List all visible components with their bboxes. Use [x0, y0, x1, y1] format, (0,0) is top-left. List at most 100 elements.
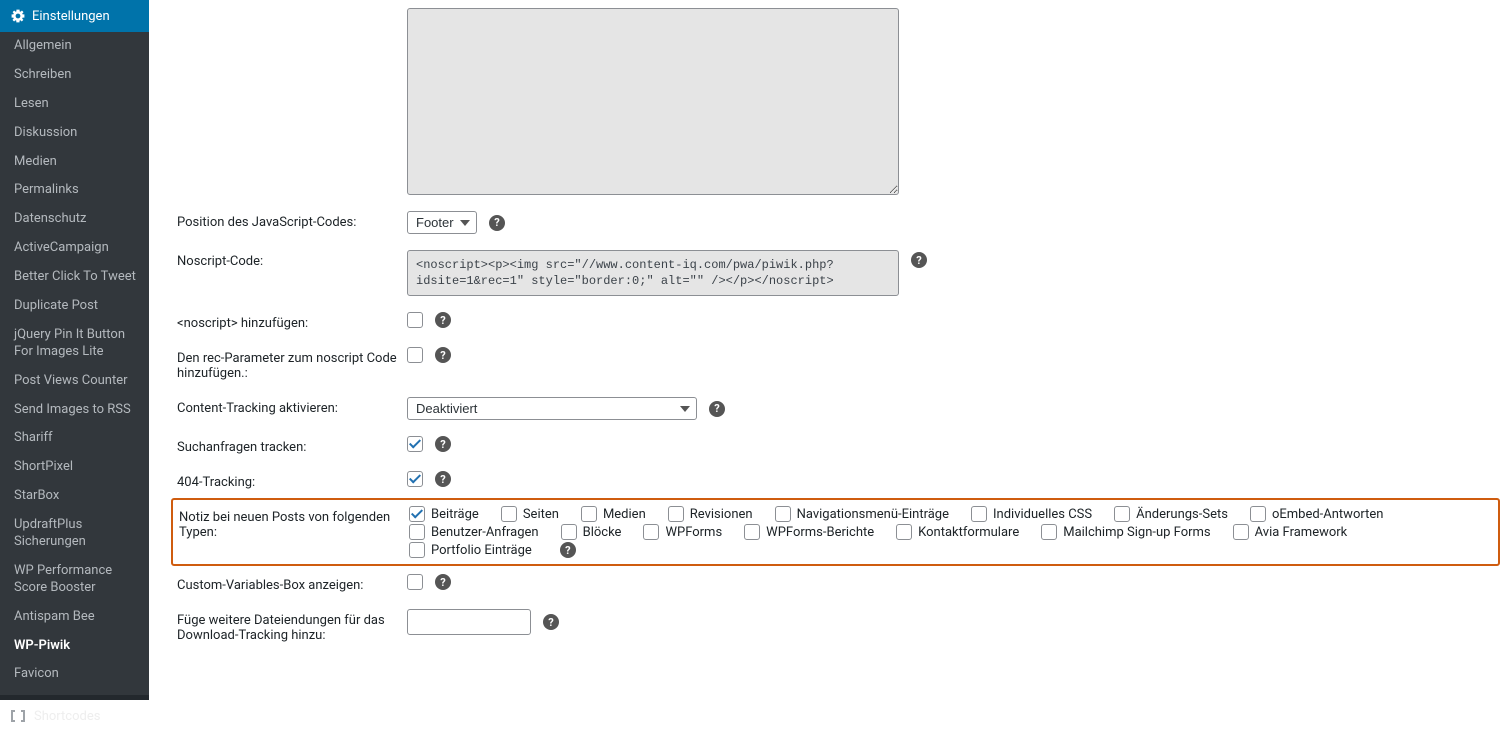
post-type-checkbox[interactable] — [501, 506, 517, 522]
sidebar-item-antispam-bee[interactable]: Antispam Bee — [0, 603, 149, 632]
sidebar-item-favicon[interactable]: Favicon — [0, 660, 149, 689]
post-type-checkbox[interactable] — [668, 506, 684, 522]
help-icon[interactable]: ? — [435, 347, 451, 363]
sidebar-item-medien[interactable]: Medien — [0, 148, 149, 177]
post-type-checkbox[interactable] — [896, 524, 912, 540]
sidebar-item-send-images-to-rss[interactable]: Send Images to RSS — [0, 396, 149, 425]
noscript-code-textarea[interactable]: <noscript><p><img src="//www.content-iq.… — [407, 250, 899, 296]
post-type-checkbox[interactable] — [1114, 506, 1130, 522]
settings-content: Position des JavaScript-Codes: Footer ? … — [149, 0, 1500, 677]
help-icon[interactable]: ? — [560, 542, 576, 558]
post-type-label: Blöcke — [583, 525, 622, 540]
post-type-option[interactable]: Beiträge — [409, 506, 479, 522]
sidebar-item-activecampaign[interactable]: ActiveCampaign — [0, 234, 149, 263]
content-tracking-select[interactable]: Deaktiviert — [407, 397, 697, 420]
post-type-checkbox[interactable] — [409, 506, 425, 522]
sidebar-item-wp-performance-score-booster[interactable]: WP Performance Score Booster — [0, 557, 149, 603]
add-noscript-label: <noscript> hinzufügen: — [177, 312, 407, 331]
sidebar-item-lesen[interactable]: Lesen — [0, 90, 149, 119]
post-type-checkbox[interactable] — [409, 542, 425, 558]
post-type-checkbox[interactable] — [775, 506, 791, 522]
sidebar-menu-settings-label: Einstellungen — [32, 9, 110, 24]
sidebar-item-post-views-counter[interactable]: Post Views Counter — [0, 367, 149, 396]
post-type-option[interactable]: Änderungs-Sets — [1114, 506, 1228, 522]
sidebar-submenu: AllgemeinSchreibenLesenDiskussionMedienP… — [0, 32, 149, 695]
post-type-checkbox[interactable] — [643, 524, 659, 540]
post-type-option[interactable]: Medien — [581, 506, 646, 522]
sidebar-item-better-click-to-tweet[interactable]: Better Click To Tweet — [0, 263, 149, 292]
help-icon[interactable]: ? — [435, 436, 451, 452]
sidebar-item-diskussion[interactable]: Diskussion — [0, 119, 149, 148]
post-type-label: Kontaktformulare — [918, 525, 1019, 540]
help-icon[interactable]: ? — [435, 574, 451, 590]
post-type-label: oEmbed-Antworten — [1272, 507, 1383, 522]
sidebar-menu-shortcodes[interactable]: Shortcodes — [0, 700, 149, 732]
post-type-option[interactable]: Navigationsmenü-Einträge — [775, 506, 949, 522]
post-type-checkbox[interactable] — [1250, 506, 1266, 522]
post-type-label: Portfolio Einträge — [431, 543, 532, 558]
post-type-option[interactable]: Revisionen — [668, 506, 753, 522]
sidebar-menu-shortcodes-label: Shortcodes — [34, 709, 100, 724]
rec-param-checkbox[interactable] — [407, 347, 423, 363]
sidebar-item-schreiben[interactable]: Schreiben — [0, 61, 149, 90]
post-type-option[interactable]: Benutzer-Anfragen — [409, 524, 539, 540]
post-type-label: Medien — [603, 507, 646, 522]
post-type-option[interactable]: oEmbed-Antworten — [1250, 506, 1383, 522]
post-type-label: Mailchimp Sign-up Forms — [1063, 525, 1210, 540]
post-type-label: Avia Framework — [1255, 525, 1348, 540]
help-icon[interactable]: ? — [435, 312, 451, 328]
sidebar-menu-settings[interactable]: Einstellungen — [0, 0, 149, 32]
custom-vars-label: Custom-Variables-Box anzeigen: — [177, 574, 407, 593]
post-type-option[interactable]: Mailchimp Sign-up Forms — [1041, 524, 1210, 540]
custom-vars-checkbox[interactable] — [407, 574, 423, 590]
noscript-code-label: Noscript-Code: — [177, 250, 407, 269]
post-type-checkbox[interactable] — [1233, 524, 1249, 540]
post-type-label: Individuelles CSS — [993, 507, 1092, 522]
help-icon[interactable]: ? — [911, 252, 927, 268]
sidebar-item-permalinks[interactable]: Permalinks — [0, 176, 149, 205]
sidebar-item-starbox[interactable]: StarBox — [0, 482, 149, 511]
add-noscript-checkbox[interactable] — [407, 312, 423, 328]
sidebar-item-updraftplus-sicherungen[interactable]: UpdraftPlus Sicherungen — [0, 511, 149, 557]
post-type-option[interactable]: Kontaktformulare — [896, 524, 1019, 540]
tracking-404-checkbox[interactable] — [407, 471, 423, 487]
post-types-label: Notiz bei neuen Posts von folgenden Type… — [179, 506, 409, 540]
post-type-label: WPForms — [665, 525, 722, 540]
post-type-label: Benutzer-Anfragen — [431, 525, 539, 540]
search-tracking-checkbox[interactable] — [407, 436, 423, 452]
sidebar-item-datenschutz[interactable]: Datenschutz — [0, 205, 149, 234]
post-type-label: Revisionen — [690, 507, 753, 522]
sidebar-item-shortpixel[interactable]: ShortPixel — [0, 453, 149, 482]
help-icon[interactable]: ? — [489, 215, 505, 231]
post-type-label: Beiträge — [431, 507, 479, 522]
sidebar-item-duplicate-post[interactable]: Duplicate Post — [0, 292, 149, 321]
sidebar-item-wp-piwik[interactable]: WP-Piwik — [0, 632, 149, 661]
post-type-checkbox[interactable] — [561, 524, 577, 540]
post-type-checkbox[interactable] — [744, 524, 760, 540]
help-icon[interactable]: ? — [435, 471, 451, 487]
post-type-option[interactable]: Portfolio Einträge — [409, 542, 532, 558]
extensions-label: Füge weitere Dateiendungen für das Downl… — [177, 609, 407, 643]
post-type-label: Seiten — [523, 507, 559, 522]
help-icon[interactable]: ? — [543, 614, 559, 630]
post-type-option[interactable]: Avia Framework — [1233, 524, 1348, 540]
post-type-option[interactable]: WPForms — [643, 524, 722, 540]
post-type-option[interactable]: Blöcke — [561, 524, 622, 540]
post-type-checkbox[interactable] — [409, 524, 425, 540]
post-type-label: Navigationsmenü-Einträge — [797, 507, 949, 522]
post-type-checkbox[interactable] — [971, 506, 987, 522]
extensions-input[interactable] — [407, 609, 531, 635]
sidebar-item-shariff[interactable]: Shariff — [0, 424, 149, 453]
help-icon[interactable]: ? — [709, 401, 725, 417]
post-type-option[interactable]: Seiten — [501, 506, 559, 522]
post-type-option[interactable]: Individuelles CSS — [971, 506, 1092, 522]
shortcodes-icon — [10, 708, 26, 724]
post-types-highlight: Notiz bei neuen Posts von folgenden Type… — [171, 498, 1500, 566]
sidebar-item-jquery-pin-it-button-for-images-lite[interactable]: jQuery Pin It Button For Images Lite — [0, 321, 149, 367]
post-type-checkbox[interactable] — [1041, 524, 1057, 540]
tracking-code-textarea[interactable] — [407, 8, 899, 195]
js-position-select[interactable]: Footer — [407, 211, 477, 234]
post-type-checkbox[interactable] — [581, 506, 597, 522]
sidebar-item-allgemein[interactable]: Allgemein — [0, 32, 149, 61]
post-type-option[interactable]: WPForms-Berichte — [744, 524, 874, 540]
